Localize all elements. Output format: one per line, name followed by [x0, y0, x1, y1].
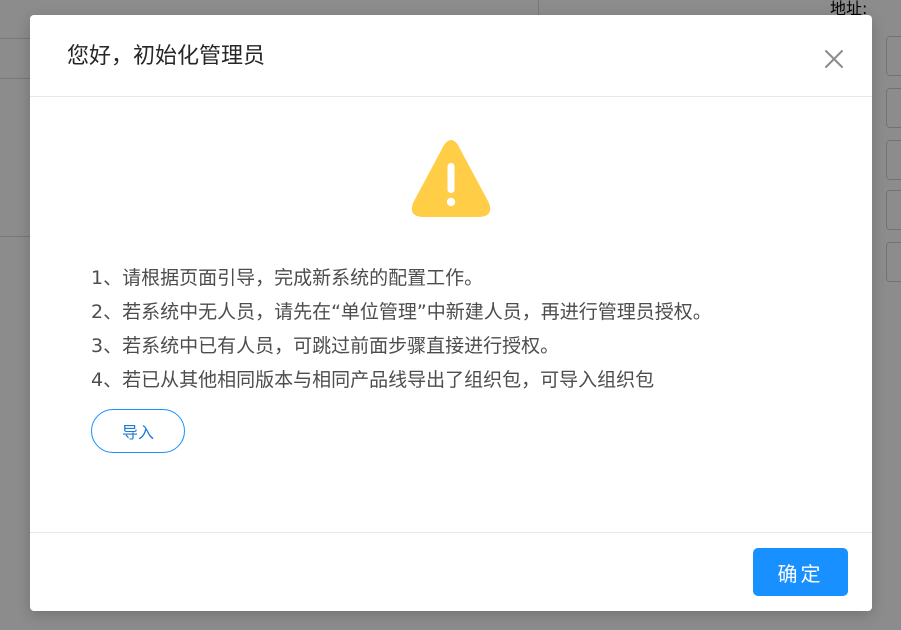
instruction-item: 2、若系统中无人员，请先在“单位管理”中新建人员，再进行管理员授权。: [91, 301, 712, 323]
warning-triangle-icon: [410, 139, 492, 219]
instruction-item: 1、请根据页面引导，完成新系统的配置工作。: [91, 267, 484, 289]
instruction-item: 4、若已从其他相同版本与相同产品线导出了组织包，可导入组织包: [91, 369, 655, 391]
dialog-title: 您好，初始化管理员: [67, 44, 266, 69]
instruction-item: 3、若系统中已有人员，可跳过前面步骤直接进行授权。: [91, 335, 560, 357]
import-button[interactable]: 导入: [91, 409, 185, 453]
confirm-button[interactable]: 确定: [753, 548, 848, 596]
dialog-header: 您好，初始化管理员: [30, 15, 872, 97]
close-icon[interactable]: [822, 47, 846, 71]
instruction-list: 1、请根据页面引导，完成新系统的配置工作。 2、若系统中无人员，请先在“单位管理…: [91, 261, 712, 397]
init-admin-dialog: 您好，初始化管理员 1、请根据页面引导，完成新系统的配置工作。 2、若系统中无人…: [30, 15, 872, 611]
dialog-footer: 确定: [30, 532, 872, 611]
